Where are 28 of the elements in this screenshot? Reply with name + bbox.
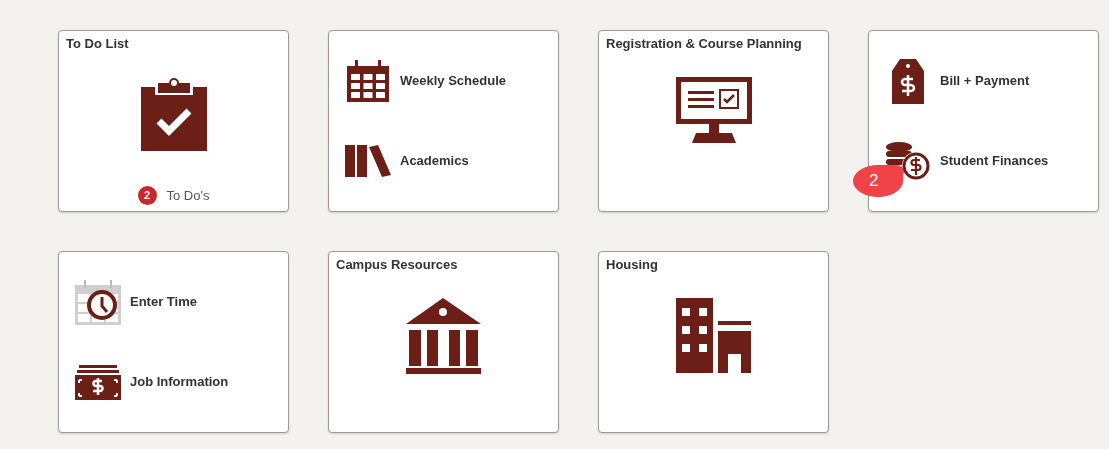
buildings-icon [676,298,751,373]
tile[interactable]: To Do List 2 To Do's [58,30,289,212]
notification-badge: 2 [853,165,903,197]
clipboard-check-icon [140,77,207,151]
tile-title: Registration & Course Planning [605,35,803,52]
tile-link[interactable]: Student Finances [940,151,1049,171]
tile[interactable]: Registration & Course Planning [598,30,829,212]
tile-link[interactable]: Job Information [130,372,229,392]
cash-stack-icon [75,364,121,400]
tile-title: To Do List [65,35,130,52]
todo-count-label: To Do's [166,186,210,205]
tile-link[interactable]: Bill + Payment [940,71,1030,91]
tile-link[interactable]: Weekly Schedule [400,71,506,91]
price-tag-icon [892,58,924,104]
tile-link[interactable]: Enter Time [130,292,197,312]
count-badge: 2 [137,185,157,205]
bank-building-icon [406,298,481,374]
tile[interactable]: Housing [598,251,829,433]
books-icon [345,145,391,177]
tile[interactable]: Campus Resources [328,251,559,433]
tile[interactable]: Enter Time Job Information [58,251,289,433]
tile-title: Campus Resources [335,256,459,273]
calendar-clock-icon [75,279,121,325]
calendar-icon [345,60,391,102]
tile[interactable]: Weekly Schedule Academics [328,30,559,212]
tile-title: Housing [605,256,659,273]
tile-link[interactable]: Academics [400,151,469,171]
monitor-checklist-icon [675,77,752,143]
